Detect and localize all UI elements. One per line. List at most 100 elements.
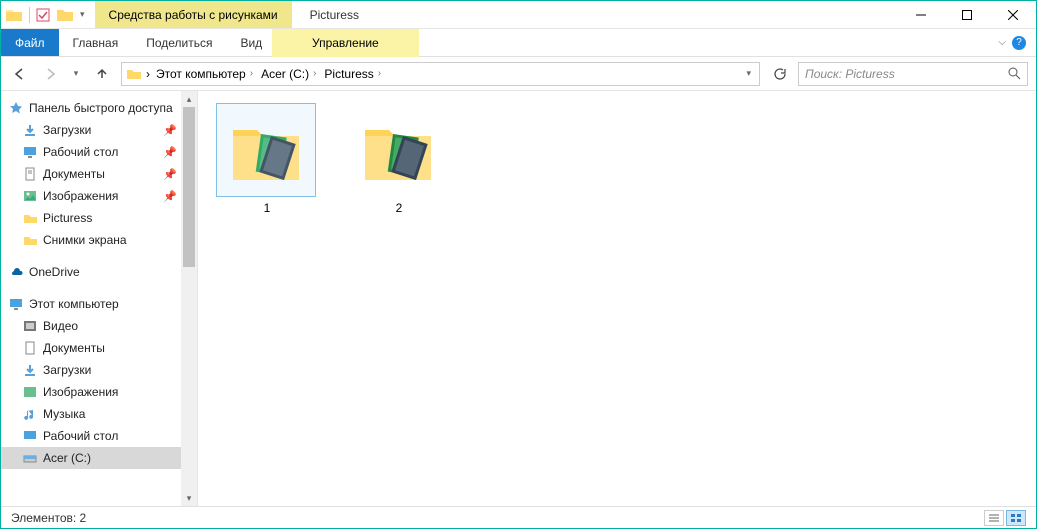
close-button[interactable]	[990, 1, 1036, 28]
ribbon-tabs: Файл Главная Поделиться Вид Управление ⌵…	[1, 29, 1036, 57]
folder-icon	[23, 233, 37, 247]
sidebar-label: Загрузки	[43, 363, 91, 377]
breadcrumb-drive[interactable]: Acer (C:)›	[259, 67, 318, 81]
search-icon[interactable]	[1008, 67, 1021, 80]
sidebar-label: Панель быстрого доступа	[29, 101, 173, 115]
sidebar-label: Снимки экрана	[43, 233, 127, 247]
breadcrumb-this-pc[interactable]: Этот компьютер›	[154, 67, 255, 81]
picture-icon	[23, 385, 37, 399]
sidebar-item-pictures2[interactable]: Изображения	[1, 381, 181, 403]
download-icon	[23, 363, 37, 377]
window-title: Picturess	[292, 1, 377, 28]
tab-file[interactable]: Файл	[1, 29, 59, 56]
sidebar-item-screenshots[interactable]: Снимки экрана	[1, 229, 181, 251]
sidebar-label: Музыка	[43, 407, 85, 421]
sidebar-label: Picturess	[43, 211, 92, 225]
folder-label: 2	[348, 201, 450, 215]
pin-icon: 📌	[163, 190, 181, 203]
recent-locations-button[interactable]: ▾	[69, 63, 83, 85]
up-button[interactable]	[91, 63, 113, 85]
tab-home[interactable]: Главная	[59, 29, 133, 56]
scroll-up-icon[interactable]: ▴	[181, 91, 197, 107]
sidebar-item-picturess[interactable]: Picturess	[1, 207, 181, 229]
scrollbar-thumb[interactable]	[183, 107, 195, 267]
desktop-icon	[23, 429, 37, 443]
download-icon	[23, 123, 37, 137]
pin-icon: 📌	[163, 124, 181, 137]
status-bar: Элементов: 2	[1, 506, 1036, 528]
folder-thumbnail	[348, 103, 448, 197]
sidebar-item-desktop2[interactable]: Рабочий стол	[1, 425, 181, 447]
view-details-button[interactable]	[984, 510, 1004, 526]
drive-icon	[23, 451, 37, 465]
sidebar-label: Документы	[43, 341, 105, 355]
quick-access-icon	[9, 101, 23, 115]
sidebar-item-video[interactable]: Видео	[1, 315, 181, 337]
view-large-icons-button[interactable]	[1006, 510, 1026, 526]
sidebar-label: Видео	[43, 319, 78, 333]
help-icon[interactable]: ?	[1012, 36, 1026, 50]
breadcrumb-folder[interactable]: Picturess›	[322, 67, 383, 81]
address-bar[interactable]: › Этот компьютер› Acer (C:)› Picturess› …	[121, 62, 760, 86]
search-input[interactable]: Поиск: Picturess	[798, 62, 1028, 86]
folder-icon	[23, 211, 37, 225]
navigation-bar: ▾ › Этот компьютер› Acer (C:)› Picturess…	[1, 57, 1036, 91]
sidebar-item-onedrive[interactable]: OneDrive	[1, 261, 181, 283]
sidebar-item-pictures[interactable]: Изображения 📌	[1, 185, 181, 207]
sidebar-label: Этот компьютер	[29, 297, 119, 311]
sidebar-label: Изображения	[43, 189, 118, 203]
pin-icon: 📌	[163, 168, 181, 181]
sidebar-item-music[interactable]: Музыка	[1, 403, 181, 425]
tab-share[interactable]: Поделиться	[132, 29, 226, 56]
sidebar-item-this-pc[interactable]: Этот компьютер	[1, 293, 181, 315]
folder-icon	[126, 66, 142, 82]
title-bar: ▾ Средства работы с рисунками Picturess	[1, 1, 1036, 29]
file-list[interactable]: 1 2	[198, 91, 1036, 506]
sidebar-item-desktop[interactable]: Рабочий стол 📌	[1, 141, 181, 163]
picture-icon	[23, 189, 37, 203]
sidebar-item-downloads2[interactable]: Загрузки	[1, 359, 181, 381]
sidebar-label: Изображения	[43, 385, 118, 399]
video-icon	[23, 319, 37, 333]
back-button[interactable]	[9, 63, 31, 85]
sidebar-label: OneDrive	[29, 265, 80, 279]
pin-icon: 📌	[163, 146, 181, 159]
maximize-button[interactable]	[944, 1, 990, 28]
address-dropdown-icon[interactable]: ▾	[746, 68, 751, 79]
sidebar-label: Рабочий стол	[43, 145, 118, 159]
folder-item-2[interactable]: 2	[348, 103, 450, 215]
chevron-right-icon[interactable]: ›	[146, 67, 150, 81]
sidebar-label: Acer (C:)	[43, 451, 91, 465]
forward-button[interactable]	[39, 63, 61, 85]
monitor-icon	[9, 297, 23, 311]
folder-label: 1	[216, 201, 318, 215]
ribbon-collapse-icon[interactable]: ⌵	[998, 37, 1006, 48]
sidebar-item-downloads[interactable]: Загрузки 📌	[1, 119, 181, 141]
sidebar-item-documents[interactable]: Документы 📌	[1, 163, 181, 185]
folder-icon	[5, 6, 23, 24]
qat-checkbox-icon[interactable]	[36, 8, 50, 22]
quick-access-toolbar: ▾	[1, 1, 89, 28]
music-icon	[23, 407, 37, 421]
navigation-pane: Панель быстрого доступа Загрузки 📌 Рабоч…	[1, 91, 198, 506]
sidebar-item-drive[interactable]: Acer (C:)	[1, 447, 181, 469]
sidebar-label: Документы	[43, 167, 105, 181]
tab-manage[interactable]: Управление	[272, 29, 419, 57]
context-tab-picture-tools[interactable]: Средства работы с рисунками	[95, 1, 292, 28]
minimize-button[interactable]	[898, 1, 944, 28]
refresh-button[interactable]	[768, 63, 790, 85]
sidebar-item-documents2[interactable]: Документы	[1, 337, 181, 359]
document-icon	[23, 341, 37, 355]
folder-thumbnail	[216, 103, 316, 197]
tab-view[interactable]: Вид	[226, 29, 276, 56]
scroll-down-icon[interactable]: ▾	[181, 490, 197, 506]
search-placeholder: Поиск: Picturess	[805, 67, 895, 81]
onedrive-icon	[9, 265, 23, 279]
folder-icon[interactable]	[56, 6, 74, 24]
desktop-icon	[23, 145, 37, 159]
qat-dropdown-icon[interactable]: ▾	[80, 9, 85, 20]
folder-item-1[interactable]: 1	[216, 103, 318, 215]
item-count: Элементов: 2	[11, 511, 86, 525]
sidebar-scrollbar[interactable]: ▴ ▾	[181, 91, 197, 506]
sidebar-item-quick-access[interactable]: Панель быстрого доступа	[1, 97, 181, 119]
